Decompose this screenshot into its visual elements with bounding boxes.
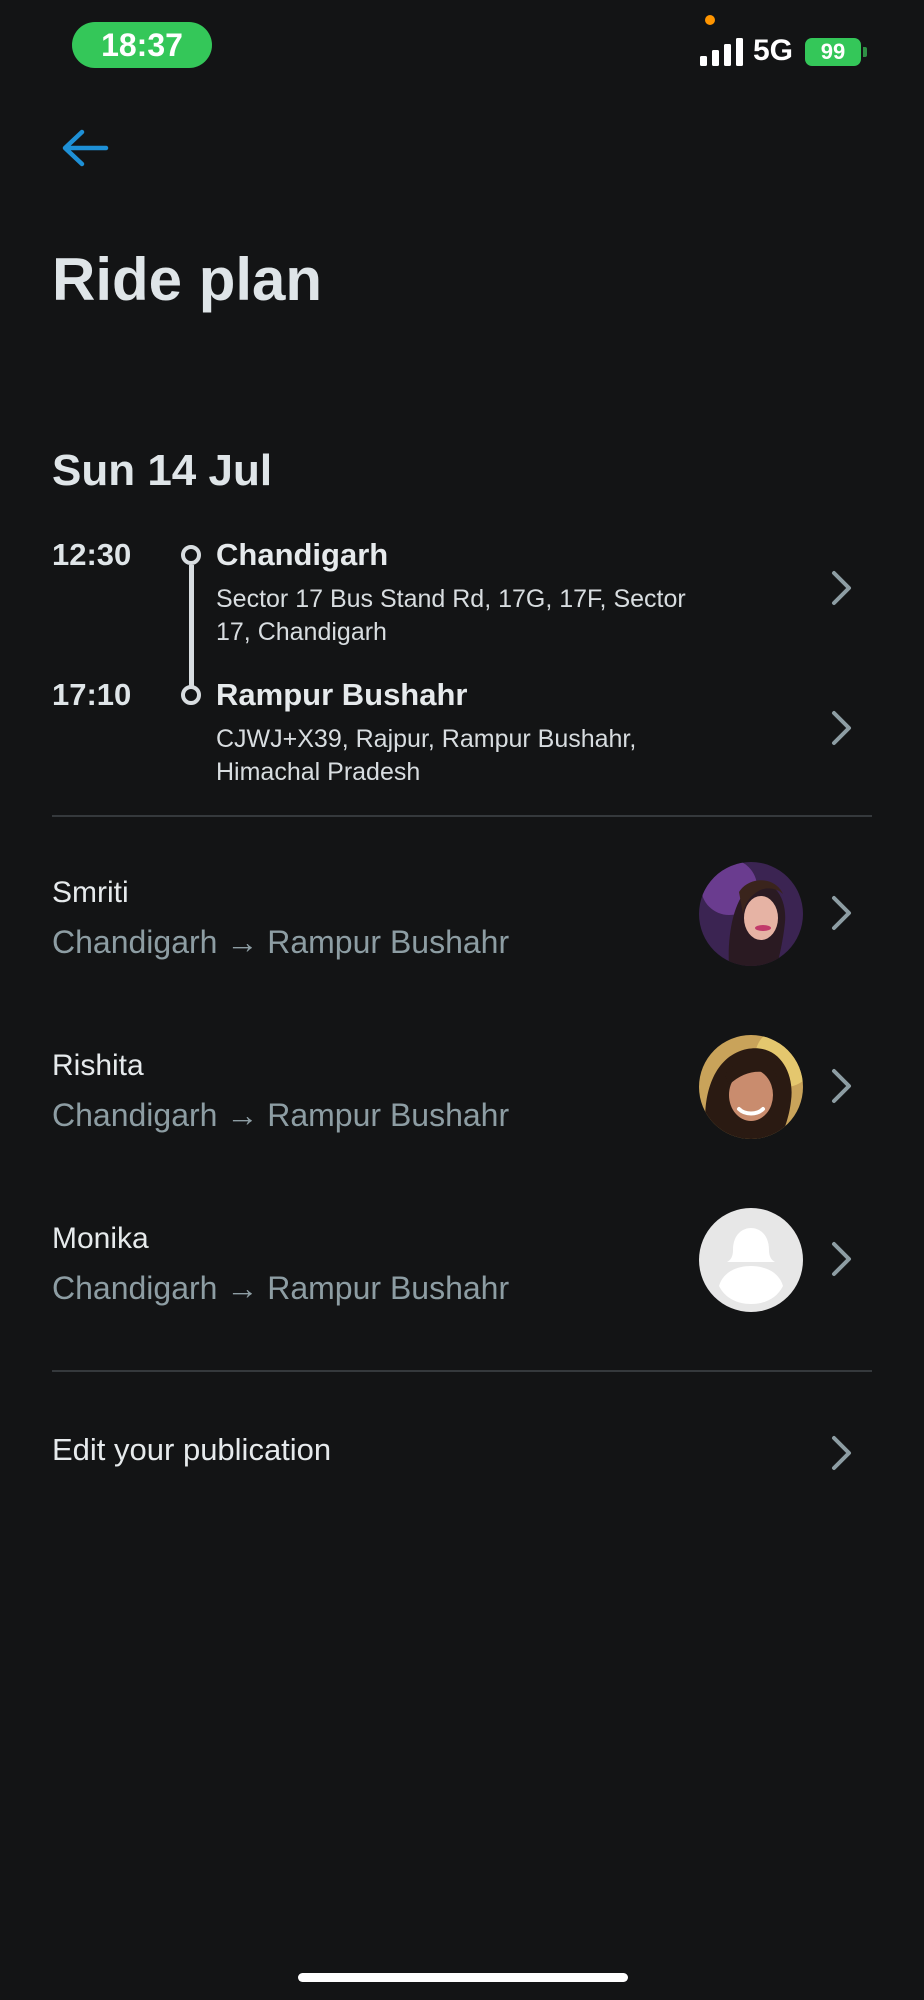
chevron-right-icon xyxy=(832,571,851,605)
divider xyxy=(52,815,872,817)
chevron-right-icon xyxy=(832,1069,851,1103)
arrival-time: 17:10 xyxy=(52,677,132,712)
departure-city: Chandigarh xyxy=(216,537,389,572)
status-time: 18:37 xyxy=(72,22,212,68)
stop-arrival[interactable]: 17:10 Rampur Bushahr CJWJ+X39, Rajpur, R… xyxy=(0,677,924,787)
passenger-route: Chandigarh → Rampur Bushahr xyxy=(52,924,510,960)
departure-address: Sector 17 Bus Stand Rd, 17G, 17F, Sector… xyxy=(216,585,686,646)
privacy-indicator-dot xyxy=(705,15,715,25)
chevron-right-icon xyxy=(832,1242,851,1276)
passenger-name: Monika xyxy=(52,1222,149,1255)
passenger-row[interactable]: Monika Chandigarh → Rampur Bushahr xyxy=(0,1208,924,1332)
back-button[interactable] xyxy=(52,120,118,176)
passenger-name: Smriti xyxy=(52,876,129,909)
arrow-left-icon xyxy=(62,129,109,167)
divider xyxy=(52,1370,872,1372)
passenger-row[interactable]: Smriti Chandigarh → Rampur Bushahr xyxy=(0,862,924,986)
battery-tip xyxy=(863,47,867,57)
departure-time: 12:30 xyxy=(52,537,132,572)
edit-publication-button[interactable]: Edit your publication xyxy=(0,1420,924,1480)
chevron-right-icon xyxy=(832,896,851,930)
passenger-name: Rishita xyxy=(52,1049,144,1082)
arrival-city: Rampur Bushahr xyxy=(216,677,468,712)
passenger-route: Chandigarh → Rampur Bushahr xyxy=(52,1270,510,1306)
edit-publication-label: Edit your publication xyxy=(52,1432,332,1467)
avatar xyxy=(699,862,803,966)
ride-date: Sun 14 Jul xyxy=(52,446,273,495)
chevron-right-icon xyxy=(832,711,851,745)
avatar-placeholder-icon xyxy=(699,1208,803,1312)
arrival-address: CJWJ+X39, Rajpur, Rampur Bushahr, Himach… xyxy=(216,725,637,786)
network-type: 5G xyxy=(753,34,794,67)
battery-level: 99 xyxy=(805,38,861,66)
passenger-row[interactable]: Rishita Chandigarh → Rampur Bushahr xyxy=(0,1035,924,1159)
chevron-right-icon xyxy=(832,1436,851,1470)
cellular-signal-icon xyxy=(700,38,743,66)
stop-departure[interactable]: 12:30 Chandigarh Sector 17 Bus Stand Rd,… xyxy=(0,537,924,647)
avatar xyxy=(699,1035,803,1139)
passenger-route: Chandigarh → Rampur Bushahr xyxy=(52,1097,510,1133)
home-indicator[interactable] xyxy=(298,1973,628,1982)
page-title: Ride plan xyxy=(52,246,323,313)
